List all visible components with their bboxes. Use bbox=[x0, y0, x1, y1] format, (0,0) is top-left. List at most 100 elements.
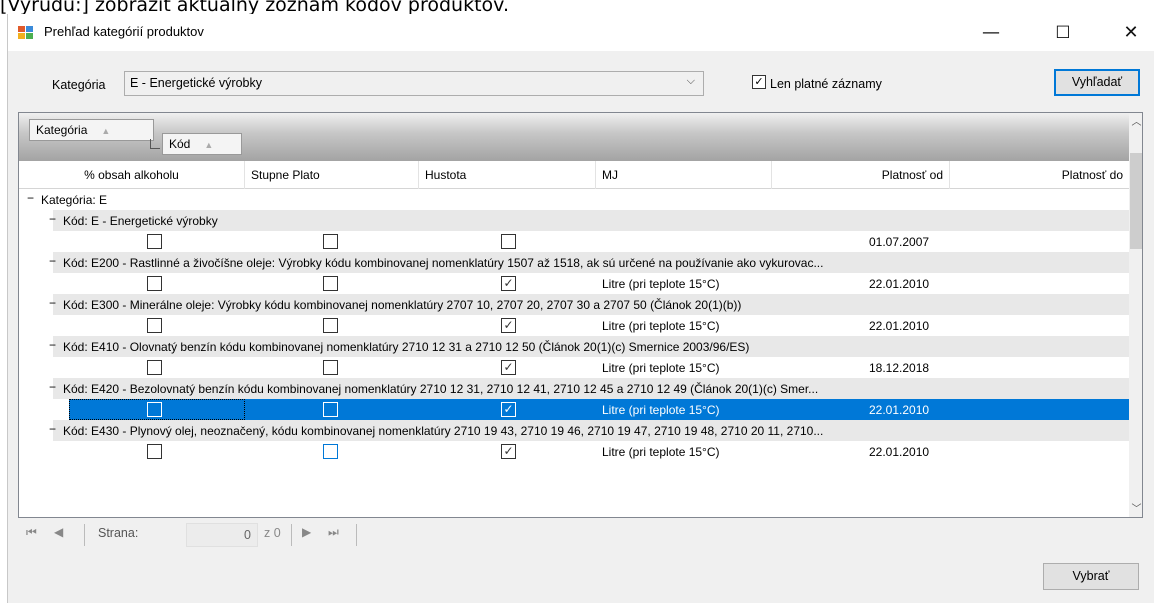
density-checkbox[interactable]: ✓ bbox=[501, 360, 516, 375]
maximize-button[interactable]: ☐ bbox=[1040, 14, 1086, 51]
plato-checkbox[interactable] bbox=[323, 360, 338, 375]
search-button[interactable]: Vyhľadať bbox=[1054, 69, 1140, 96]
alcohol-checkbox[interactable] bbox=[147, 318, 162, 333]
code-group-row[interactable]: − Kód: E410 - Olovnatý benzín kódu kombin… bbox=[19, 336, 1129, 357]
unit-cell: Litre (pri teplote 15°C) bbox=[602, 445, 720, 459]
minimize-button[interactable]: — bbox=[968, 14, 1014, 51]
product-categories-window: Prehľad kategórií produktov — ☐ ✕ Kategó… bbox=[7, 14, 1154, 603]
scroll-down-icon[interactable]: ﹀ bbox=[1129, 500, 1142, 517]
column-header-valid-to[interactable]: Platnosť do bbox=[950, 161, 1129, 189]
table-row[interactable]: ✓ Litre (pri teplote 15°C) 22.01.2010 bbox=[19, 399, 1129, 420]
cell-background bbox=[950, 441, 1129, 462]
close-icon: ✕ bbox=[1123, 22, 1139, 43]
unit-cell: Litre (pri teplote 15°C) bbox=[602, 277, 720, 291]
app-icon bbox=[18, 26, 34, 40]
plato-checkbox[interactable] bbox=[323, 318, 338, 333]
pager-divider bbox=[356, 524, 357, 546]
table-row[interactable]: ✓ Litre (pri teplote 15°C) 22.01.2010 bbox=[19, 315, 1129, 336]
plato-checkbox[interactable] bbox=[323, 234, 338, 249]
pager-divider bbox=[84, 524, 85, 546]
title-bar: Prehľad kategórií produktov — ☐ ✕ bbox=[8, 14, 1154, 51]
scroll-up-icon[interactable]: ︿ bbox=[1129, 113, 1142, 130]
table-row[interactable]: 01.07.2007 bbox=[19, 231, 1129, 252]
collapse-icon[interactable]: − bbox=[47, 213, 58, 226]
collapse-icon[interactable]: − bbox=[47, 297, 58, 310]
category-select-value: E - Energetické výrobky bbox=[130, 76, 262, 90]
alcohol-checkbox[interactable] bbox=[147, 444, 162, 459]
column-header-alcohol[interactable]: % obsah alkoholu bbox=[19, 161, 245, 189]
column-headers: % obsah alkoholu Stupne Plato Hustota MJ… bbox=[19, 161, 1129, 189]
density-checkbox[interactable]: ✓ bbox=[501, 318, 516, 333]
group-chip-category[interactable]: Kategória ▲ bbox=[29, 119, 154, 141]
density-checkbox[interactable]: ✓ bbox=[501, 276, 516, 291]
collapse-icon[interactable]: − bbox=[47, 381, 58, 394]
code-group-row[interactable]: − Kód: E300 - Minerálne oleje: Výrobky kó… bbox=[19, 294, 1129, 315]
collapse-icon[interactable]: − bbox=[47, 339, 58, 352]
column-header-unit[interactable]: MJ bbox=[596, 161, 772, 189]
next-page-icon[interactable]: ▶ bbox=[302, 525, 311, 539]
code-group-label: Kód: E200 - Rastlinné a živočíšne oleje:… bbox=[63, 256, 824, 270]
valid-only-label: Len platné záznamy bbox=[770, 77, 882, 91]
window-title: Prehľad kategórií produktov bbox=[44, 24, 204, 39]
plato-checkbox[interactable] bbox=[323, 276, 338, 291]
valid-from-cell: 22.01.2010 bbox=[869, 403, 930, 417]
page-label: Strana: bbox=[98, 526, 139, 540]
table-row[interactable]: ✓ Litre (pri teplote 15°C) 18.12.2018 bbox=[19, 357, 1129, 378]
density-checkbox[interactable]: ✓ bbox=[501, 444, 516, 459]
valid-from-cell: 22.01.2010 bbox=[869, 445, 930, 459]
scroll-thumb[interactable] bbox=[1130, 153, 1142, 249]
page-number-input[interactable]: 0 bbox=[186, 523, 258, 547]
alcohol-checkbox[interactable] bbox=[147, 234, 162, 249]
chevron-down-icon: ⌵ bbox=[686, 75, 695, 87]
cell-background bbox=[950, 315, 1129, 336]
collapse-icon[interactable]: − bbox=[47, 423, 58, 436]
first-page-icon[interactable]: ⏮ bbox=[26, 525, 37, 540]
close-button[interactable]: ✕ bbox=[1108, 14, 1154, 51]
table-row[interactable]: ✓ Litre (pri teplote 15°C) 22.01.2010 bbox=[19, 441, 1129, 462]
last-page-icon[interactable]: ⏭ bbox=[328, 525, 339, 540]
category-select[interactable]: E - Energetické výrobky ⌵ bbox=[124, 71, 704, 96]
group-panel: Kategória ▲ Kód ▲ bbox=[19, 113, 1129, 161]
group-chip-label: Kategória bbox=[36, 123, 88, 137]
density-checkbox[interactable]: ✓ bbox=[501, 402, 516, 417]
group-chip-code[interactable]: Kód ▲ bbox=[162, 133, 242, 155]
code-group-row[interactable]: − Kód: E420 - Bezolovnatý benzín kódu kom… bbox=[19, 378, 1129, 399]
vertical-scrollbar[interactable]: ︿ ﹀ bbox=[1129, 113, 1142, 517]
group-chip-connector bbox=[150, 139, 160, 149]
alcohol-checkbox[interactable] bbox=[147, 276, 162, 291]
valid-from-cell: 22.01.2010 bbox=[869, 277, 930, 291]
column-header-valid-from[interactable]: Platnosť od bbox=[772, 161, 950, 189]
filter-row: Kategória E - Energetické výrobky ⌵ ✓ Le… bbox=[8, 51, 1154, 96]
density-checkbox[interactable] bbox=[501, 234, 516, 249]
code-group-row[interactable]: − Kód: E200 - Rastlinné a živočíšne oleje… bbox=[19, 252, 1129, 273]
category-group-row[interactable]: − Kategória: E bbox=[19, 189, 1129, 210]
plato-checkbox[interactable] bbox=[323, 402, 338, 417]
cell-background bbox=[950, 273, 1129, 294]
pager-divider bbox=[291, 524, 292, 546]
minimize-icon: — bbox=[982, 22, 1000, 43]
cell-background bbox=[950, 231, 1129, 252]
column-header-plato[interactable]: Stupne Plato bbox=[245, 161, 419, 189]
select-button[interactable]: Vybrať bbox=[1043, 563, 1139, 590]
sort-up-icon: ▲ bbox=[204, 140, 214, 150]
code-group-row[interactable]: − Kód: E - Energetické výrobky bbox=[19, 210, 1129, 231]
valid-from-cell: 01.07.2007 bbox=[869, 235, 930, 249]
valid-only-checkbox[interactable]: ✓ bbox=[752, 75, 766, 89]
table-row[interactable]: ✓ Litre (pri teplote 15°C) 22.01.2010 bbox=[19, 273, 1129, 294]
valid-from-cell: 22.01.2010 bbox=[869, 319, 930, 333]
unit-cell: Litre (pri teplote 15°C) bbox=[602, 319, 720, 333]
previous-page-icon[interactable]: ◀ bbox=[54, 525, 63, 539]
code-group-row[interactable]: − Kód: E430 - Plynový olej, neoznačený, k… bbox=[19, 420, 1129, 441]
group-chip-label: Kód bbox=[169, 137, 191, 151]
unit-cell: Litre (pri teplote 15°C) bbox=[602, 403, 720, 417]
alcohol-checkbox[interactable] bbox=[147, 402, 162, 417]
maximize-icon: ☐ bbox=[1055, 22, 1071, 43]
sort-up-icon: ▲ bbox=[101, 126, 111, 136]
alcohol-checkbox[interactable] bbox=[147, 360, 162, 375]
collapse-icon[interactable]: − bbox=[47, 255, 58, 268]
collapse-icon[interactable]: − bbox=[25, 192, 36, 205]
pager: ⏮ ◀ Strana: 0 z 0 ▶ ⏭ bbox=[18, 520, 1143, 548]
category-label: Kategória bbox=[52, 78, 106, 92]
column-header-density[interactable]: Hustota bbox=[419, 161, 596, 189]
plato-checkbox[interactable] bbox=[323, 444, 338, 459]
